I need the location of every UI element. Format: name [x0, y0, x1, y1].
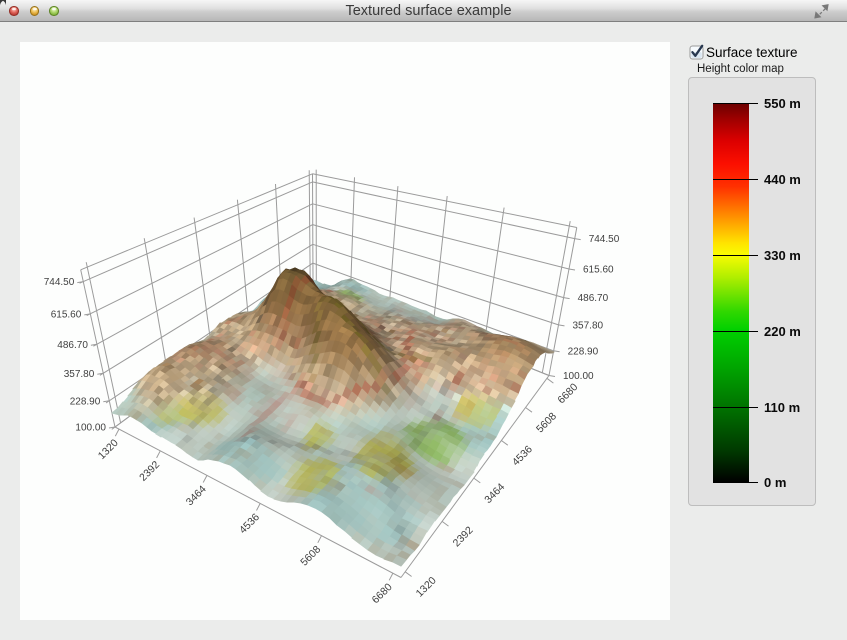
svg-text:357.80: 357.80 [64, 369, 95, 380]
svg-text:6680: 6680 [370, 581, 395, 606]
svg-text:357.80: 357.80 [573, 320, 604, 331]
svg-text:486.70: 486.70 [578, 293, 609, 304]
svg-text:615.60: 615.60 [583, 265, 614, 276]
svg-text:3464: 3464 [184, 483, 209, 508]
svg-text:486.70: 486.70 [57, 340, 88, 351]
svg-text:100.00: 100.00 [75, 423, 106, 434]
svg-text:6680: 6680 [555, 381, 580, 406]
svg-text:2392: 2392 [137, 459, 162, 484]
svg-text:4536: 4536 [237, 511, 262, 536]
svg-text:228.90: 228.90 [568, 346, 599, 357]
svg-text:5608: 5608 [298, 543, 323, 568]
svg-text:615.60: 615.60 [51, 309, 82, 320]
svg-text:744.50: 744.50 [44, 277, 75, 288]
svg-text:1320: 1320 [414, 574, 439, 599]
svg-text:4536: 4536 [510, 443, 535, 468]
svg-text:5608: 5608 [534, 410, 559, 435]
svg-text:3464: 3464 [482, 481, 507, 506]
svg-text:228.90: 228.90 [70, 396, 101, 407]
svg-text:1320: 1320 [96, 437, 121, 462]
svg-text:744.50: 744.50 [589, 234, 620, 245]
svg-text:100.00: 100.00 [563, 371, 594, 382]
svg-text:2392: 2392 [451, 524, 476, 549]
